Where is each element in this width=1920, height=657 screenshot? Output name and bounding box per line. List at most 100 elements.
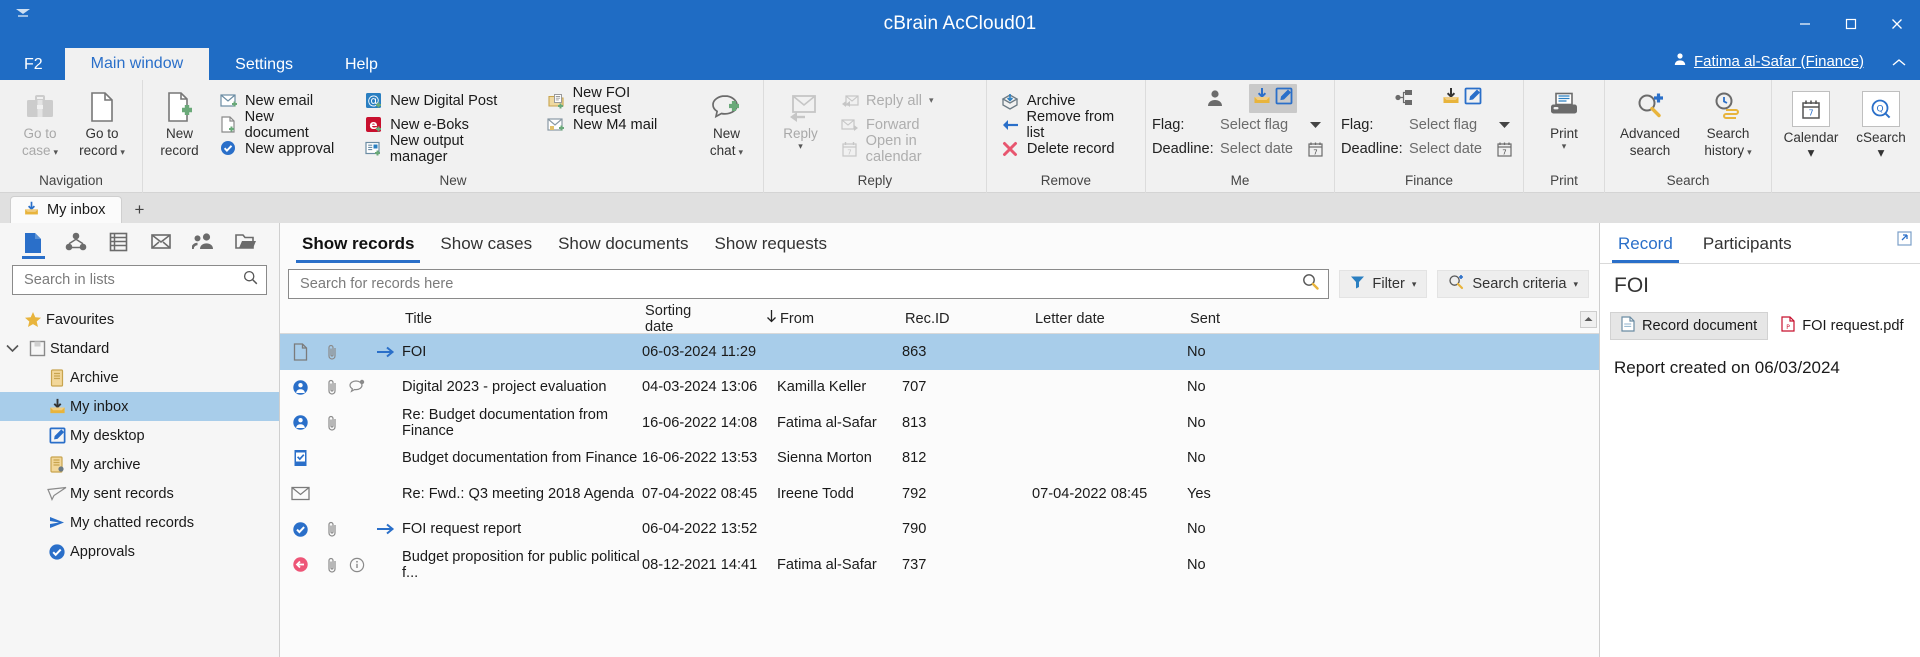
close-button[interactable]: [1874, 0, 1920, 48]
chevron-down-icon[interactable]: ▾: [1573, 279, 1578, 290]
delete-record-button[interactable]: Delete record: [999, 137, 1138, 160]
go-to-case-button[interactable]: Go to case ▾: [10, 86, 70, 158]
chevron-down-icon[interactable]: [1491, 121, 1517, 129]
sidebar-item-my-chatted-records[interactable]: My chatted records: [0, 508, 279, 537]
chevron-down-icon[interactable]: ▾: [798, 142, 803, 151]
chevron-down-icon[interactable]: [0, 344, 24, 353]
tab-show-cases[interactable]: Show cases: [428, 225, 544, 263]
column-header-from[interactable]: From: [777, 311, 902, 327]
expand-icon[interactable]: [1897, 231, 1912, 251]
chevron-down-icon[interactable]: ▾: [120, 147, 125, 156]
chevron-down-icon[interactable]: ▾: [1747, 147, 1752, 156]
table-row[interactable]: FOI request report 06-04-2022 13:52 790 …: [280, 512, 1599, 548]
table-row[interactable]: FOI 06-03-2024 11:29 863 No: [280, 334, 1599, 370]
chevron-down-icon[interactable]: ▾: [738, 147, 743, 156]
search-history-button[interactable]: Search history ▾: [1693, 86, 1763, 158]
menu-item-f2[interactable]: F2: [0, 50, 65, 80]
records-search-input[interactable]: Search for records here: [288, 269, 1330, 299]
table-row[interactable]: Budget proposition for public political …: [280, 547, 1599, 583]
search-criteria-button[interactable]: Search criteria ▾: [1437, 270, 1589, 298]
reply-all-button[interactable]: Reply all ▾: [838, 89, 979, 112]
filter-button[interactable]: Filter ▾: [1339, 270, 1428, 298]
csearch-app-button[interactable]: Q cSearch ▾: [1850, 86, 1912, 161]
chevron-down-icon[interactable]: [1302, 121, 1328, 129]
chevron-down-icon[interactable]: ▾: [1878, 145, 1885, 161]
doc-tab-foi-request-pdf[interactable]: P FOI request.pdf: [1770, 312, 1914, 340]
calendar-picker-icon[interactable]: 7: [1302, 141, 1328, 157]
documents-icon[interactable]: [107, 229, 130, 259]
add-tab-button[interactable]: +: [122, 196, 156, 223]
new-approval-button[interactable]: New approval: [217, 137, 344, 160]
current-user[interactable]: Fatima al-Safar (Finance): [1673, 52, 1864, 70]
column-header-title[interactable]: Title: [402, 311, 642, 327]
column-header-sorting-date[interactable]: Sorting date: [642, 303, 777, 335]
chevron-down-icon[interactable]: ▾: [1562, 142, 1567, 151]
sidebar-item-my-archive[interactable]: My archive: [0, 450, 279, 479]
open-in-calendar-button[interactable]: 7 Open in calendar: [838, 133, 979, 165]
new-output-manager-button[interactable]: New output manager: [362, 133, 527, 165]
remove-from-list-button[interactable]: Remove from list: [999, 109, 1138, 141]
go-to-record-button[interactable]: Go to record ▾: [72, 86, 132, 158]
calendar-picker-icon[interactable]: 7: [1491, 141, 1517, 157]
tab-participants[interactable]: Participants: [1697, 225, 1798, 263]
table-row[interactable]: Re: Budget documentation from Finance 16…: [280, 405, 1599, 441]
sidebar-item-approvals[interactable]: Approvals: [0, 537, 279, 566]
tab-record[interactable]: Record: [1612, 225, 1679, 263]
sidebar-item-my-desktop[interactable]: My desktop: [0, 421, 279, 450]
inbox-icon[interactable]: [1441, 86, 1461, 111]
new-foi-request-button[interactable]: New FOI request: [545, 85, 685, 117]
table-row[interactable]: Digital 2023 - project evaluation 04-03-…: [280, 370, 1599, 406]
doc-tab-record-document[interactable]: Record document: [1610, 312, 1769, 340]
sidebar-item-standard[interactable]: Standard: [0, 334, 279, 363]
me-deadline-value[interactable]: Select date: [1220, 141, 1302, 157]
new-chat-button[interactable]: New chat ▾: [697, 86, 756, 158]
chevron-down-icon[interactable]: ▾: [1808, 145, 1815, 161]
chevron-down-icon[interactable]: ▾: [1412, 279, 1417, 290]
minimize-button[interactable]: [1782, 0, 1828, 48]
maximize-button[interactable]: [1828, 0, 1874, 48]
window-tab-my-inbox[interactable]: My inbox: [10, 196, 123, 223]
finance-flag-value[interactable]: Select flag: [1409, 117, 1491, 133]
new-record-button[interactable]: New record: [150, 86, 209, 158]
chevron-down-icon[interactable]: ▾: [929, 95, 934, 106]
folders-icon[interactable]: [234, 229, 258, 259]
table-row[interactable]: Budget documentation from Finance 16-06-…: [280, 441, 1599, 477]
advanced-search-button[interactable]: Advanced search: [1613, 86, 1687, 158]
new-m4-mail-button[interactable]: New M4 mail: [545, 113, 685, 136]
column-header-letter-date[interactable]: Letter date: [1032, 311, 1187, 327]
chevron-down-icon[interactable]: ▾: [54, 147, 59, 156]
sidebar-item-my-inbox[interactable]: My inbox: [0, 392, 279, 421]
tab-show-requests[interactable]: Show requests: [703, 225, 839, 263]
sidebar-item-archive[interactable]: Archive: [0, 363, 279, 392]
contacts-icon[interactable]: [192, 229, 215, 259]
search-icon[interactable]: [1302, 273, 1320, 295]
table-row[interactable]: Re: Fwd.: Q3 meeting 2018 Agenda 07-04-2…: [280, 476, 1599, 512]
finance-deadline-value[interactable]: Select date: [1409, 141, 1491, 157]
tab-show-documents[interactable]: Show documents: [546, 225, 700, 263]
sidebar-item-favourites[interactable]: Favourites: [0, 305, 279, 334]
desktop-icon[interactable]: [1463, 86, 1483, 111]
records-icon[interactable]: [22, 229, 45, 259]
chevron-up-icon[interactable]: [1892, 54, 1906, 72]
column-header-sent[interactable]: Sent: [1187, 311, 1277, 327]
mail-icon[interactable]: [150, 229, 173, 259]
menu-item-main-window[interactable]: Main window: [64, 48, 210, 80]
new-digital-post-button[interactable]: @ New Digital Post: [362, 89, 527, 112]
column-header-rec-id[interactable]: Rec.ID: [902, 311, 1032, 327]
tab-show-records[interactable]: Show records: [290, 225, 426, 263]
print-button[interactable]: Print ▾: [1534, 86, 1594, 151]
scroll-up-button[interactable]: [1577, 310, 1599, 328]
quick-access-toolbar-button[interactable]: [6, 2, 40, 24]
search-icon[interactable]: [243, 270, 258, 290]
search-in-lists-input[interactable]: Search in lists: [12, 265, 267, 295]
inbox-icon[interactable]: [1252, 86, 1272, 111]
desktop-icon[interactable]: [1274, 86, 1294, 111]
menu-item-settings[interactable]: Settings: [209, 50, 319, 80]
cases-icon[interactable]: [65, 229, 88, 259]
reply-button[interactable]: Reply ▾: [771, 86, 830, 151]
sidebar-item-my-sent-records[interactable]: My sent records: [0, 479, 279, 508]
new-document-button[interactable]: New document: [217, 109, 344, 141]
menu-item-help[interactable]: Help: [319, 50, 404, 80]
me-flag-value[interactable]: Select flag: [1220, 117, 1302, 133]
calendar-app-button[interactable]: 7 Calendar ▾: [1780, 86, 1842, 161]
